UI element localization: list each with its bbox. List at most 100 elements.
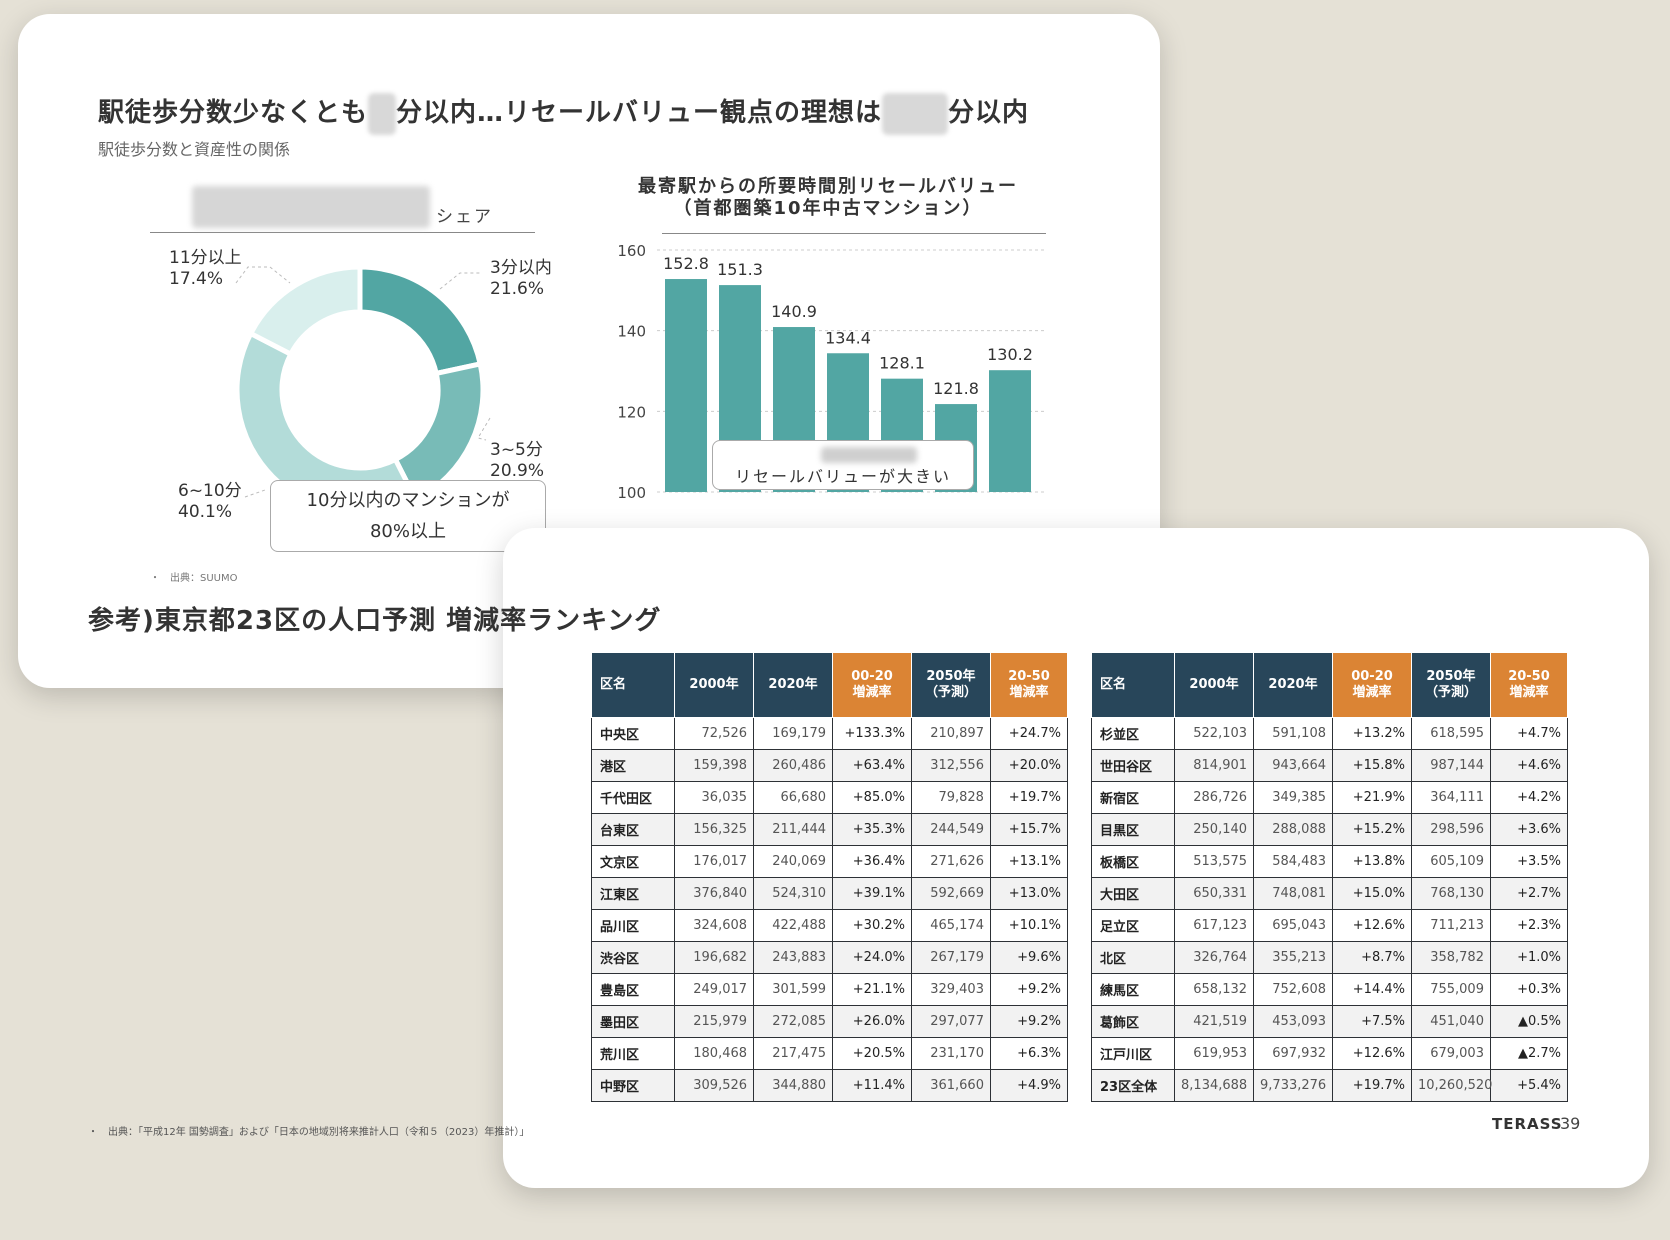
table-row: 中央区 72,526 169,179 +133.3% 210,897 +24.7% bbox=[590, 717, 1069, 750]
table-cell: 297,077 bbox=[910, 1005, 991, 1038]
slide1-source: ・ 出典：SUUMO bbox=[150, 573, 238, 584]
ward-name-cell: 千代田区 bbox=[590, 781, 676, 814]
table-cell: 312,556 bbox=[910, 749, 991, 782]
table-cell: 451,040 bbox=[1410, 1005, 1491, 1038]
table-cell: 752,608 bbox=[1253, 973, 1333, 1006]
table-cell: 260,486 bbox=[753, 749, 833, 782]
table-cell: 617,123 bbox=[1174, 909, 1255, 942]
table-row: 荒川区 180,468 217,475 +20.5% 231,170 +6.3% bbox=[590, 1037, 1069, 1070]
table-cell: 361,660 bbox=[910, 1069, 991, 1102]
ward-name-cell: 渋谷区 bbox=[590, 941, 676, 974]
leader-line-11min bbox=[235, 266, 291, 284]
table-row: 渋谷区 196,682 243,883 +24.0% 267,179 +9.6% bbox=[590, 941, 1069, 974]
header-2050: 2050年 （予測） bbox=[910, 652, 991, 718]
table-cell: +15.7% bbox=[989, 813, 1069, 846]
population-table-right: 区名 2000年 2020年 00-20 増減率 2050年 （予測） 20-50 増減率 杉並… bbox=[1090, 652, 1569, 1102]
bar-value-label: 134.4 bbox=[825, 328, 871, 347]
bar-ytick-label: 100 bbox=[617, 484, 646, 502]
header-2020: 2020年 bbox=[1253, 652, 1333, 718]
table-cell: 180,468 bbox=[674, 1037, 755, 1070]
ward-name-cell: 港区 bbox=[590, 749, 676, 782]
table-cell: 513,575 bbox=[1174, 845, 1255, 878]
table-row: 品川区 324,608 422,488 +30.2% 465,174 +10.1% bbox=[590, 909, 1069, 942]
table-cell: 697,932 bbox=[1253, 1037, 1333, 1070]
table-cell: +15.8% bbox=[1332, 749, 1412, 782]
ward-name-cell: 北区 bbox=[1090, 941, 1176, 974]
table-row: 台東区 156,325 211,444 +35.3% 244,549 +15.7% bbox=[590, 813, 1069, 846]
table-cell: +21.1% bbox=[832, 973, 912, 1006]
header-2050: 2050年 （予測） bbox=[1410, 652, 1491, 718]
ward-name-cell: 大田区 bbox=[1090, 877, 1176, 910]
header-2000: 2000年 bbox=[674, 652, 755, 718]
table-cell: +8.7% bbox=[1332, 941, 1412, 974]
bar-value-label: 152.8 bbox=[663, 254, 709, 273]
ward-name-cell: 中央区 bbox=[590, 717, 676, 750]
table-cell: +133.3% bbox=[832, 717, 912, 750]
ward-name-cell: 23区全体 bbox=[1090, 1069, 1176, 1102]
leader-line-3-5min bbox=[477, 417, 491, 441]
table-cell: +21.9% bbox=[1332, 781, 1412, 814]
table-cell: 72,526 bbox=[674, 717, 755, 750]
table-cell: +85.0% bbox=[832, 781, 912, 814]
table-cell: 695,043 bbox=[1253, 909, 1333, 942]
table-cell: 243,883 bbox=[753, 941, 833, 974]
donut-label-6-10min-value: 40.1% bbox=[178, 502, 233, 522]
header-2020: 2020年 bbox=[753, 652, 833, 718]
table-cell: 326,764 bbox=[1174, 941, 1255, 974]
population-table-left: 区名 2000年 2020年 00-20 増減率 2050年 （予測） 20-50 増減率 中央… bbox=[590, 652, 1069, 1102]
table-cell: ▲2.7% bbox=[1489, 1037, 1569, 1070]
table-cell: +9.2% bbox=[989, 973, 1069, 1006]
table-cell: +24.7% bbox=[989, 717, 1069, 750]
table-cell: 36,035 bbox=[674, 781, 755, 814]
donut-callout-line1: 10分以内のマンションが bbox=[306, 490, 510, 511]
table-cell: +9.2% bbox=[989, 1005, 1069, 1038]
table-cell: 748,081 bbox=[1253, 877, 1333, 910]
table-cell: +20.0% bbox=[989, 749, 1069, 782]
table-cell: +4.6% bbox=[1489, 749, 1569, 782]
ward-name-cell: 品川区 bbox=[590, 909, 676, 942]
table-row: 墨田区 215,979 272,085 +26.0% 297,077 +9.2% bbox=[590, 1005, 1069, 1038]
table-cell: 355,213 bbox=[1253, 941, 1333, 974]
table-cell: 288,088 bbox=[1253, 813, 1333, 846]
table-cell: +11.4% bbox=[832, 1069, 912, 1102]
table-row: 23区全体 8,134,688 9,733,276 +19.7% 10,260,520 +… bbox=[1090, 1069, 1569, 1102]
table-cell: 755,009 bbox=[1410, 973, 1491, 1006]
table-cell: 422,488 bbox=[753, 909, 833, 942]
table-cell: +0.3% bbox=[1489, 973, 1569, 1006]
slide2-title: 参考)東京都23区の人口予測 増減率ランキング bbox=[88, 606, 662, 636]
table-row: 豊島区 249,017 301,599 +21.1% 329,403 +9.2% bbox=[590, 973, 1069, 1006]
page-number: 39 bbox=[1560, 1114, 1581, 1133]
table-cell: 591,108 bbox=[1253, 717, 1333, 750]
table-row: 足立区 617,123 695,043 +12.6% 711,213 +2.3% bbox=[1090, 909, 1569, 942]
table-cell: 376,840 bbox=[674, 877, 755, 910]
donut-label-3min-value: 21.6% bbox=[490, 279, 545, 299]
bar-ytick-label: 160 bbox=[617, 242, 646, 260]
table-cell: +3.5% bbox=[1489, 845, 1569, 878]
table-cell: +20.5% bbox=[832, 1037, 912, 1070]
bar-value-label: 130.2 bbox=[987, 345, 1033, 364]
table-cell: 453,093 bbox=[1253, 1005, 1333, 1038]
table-row: 練馬区 658,132 752,608 +14.4% 755,009 +0.3% bbox=[1090, 973, 1569, 1006]
table-cell: 524,310 bbox=[753, 877, 833, 910]
header-2000: 2000年 bbox=[1174, 652, 1255, 718]
table-cell: 244,549 bbox=[910, 813, 991, 846]
table-cell: 814,901 bbox=[1174, 749, 1255, 782]
table-cell: 211,444 bbox=[753, 813, 833, 846]
terass-logo: TERASS bbox=[1492, 1115, 1563, 1133]
bar-value-label: 128.1 bbox=[879, 354, 925, 373]
ward-name-cell: 中野区 bbox=[590, 1069, 676, 1102]
ward-name-cell: 新宿区 bbox=[1090, 781, 1176, 814]
ward-name-cell: 足立区 bbox=[1090, 909, 1176, 942]
table-cell: +3.6% bbox=[1489, 813, 1569, 846]
bar bbox=[989, 370, 1031, 492]
bar-title-line1: 最寄駅からの所要時間別リセールバリュー bbox=[638, 176, 1018, 197]
donut-label-3-5min-value: 20.9% bbox=[490, 461, 545, 481]
table-cell: 619,953 bbox=[1174, 1037, 1255, 1070]
ward-name-cell: 台東区 bbox=[590, 813, 676, 846]
table-cell: +12.6% bbox=[1332, 1037, 1412, 1070]
table-cell: +4.9% bbox=[989, 1069, 1069, 1102]
bar-value-label: 140.9 bbox=[771, 302, 817, 321]
header-rate-00-20: 00-20 増減率 bbox=[832, 652, 912, 718]
table-cell: 592,669 bbox=[910, 877, 991, 910]
table-cell: +15.0% bbox=[1332, 877, 1412, 910]
